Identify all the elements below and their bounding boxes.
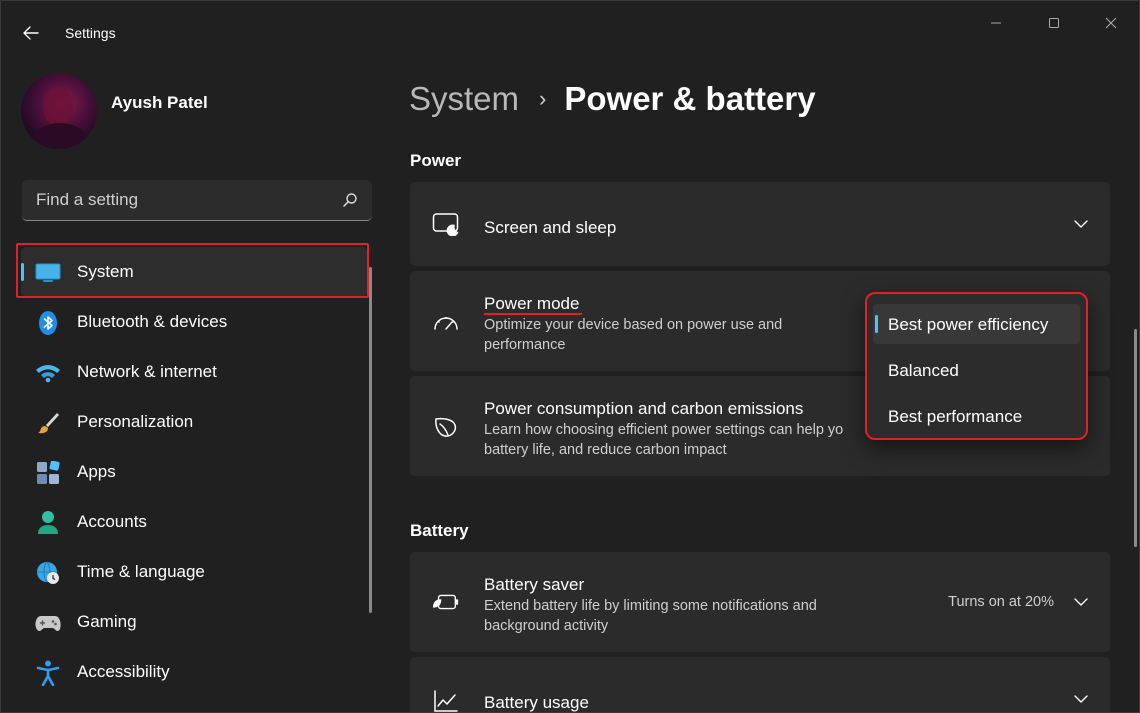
globe-clock-icon bbox=[35, 560, 61, 586]
maximize-button[interactable] bbox=[1031, 9, 1077, 37]
maximize-icon bbox=[1049, 18, 1059, 28]
search-icon[interactable] bbox=[342, 192, 358, 208]
sidebar-item-label: Accounts bbox=[77, 512, 147, 531]
minimize-button[interactable] bbox=[973, 9, 1019, 37]
screen-sleep-icon bbox=[432, 210, 460, 238]
sidebar-item-label: Bluetooth & devices bbox=[77, 312, 228, 331]
monitor-icon bbox=[35, 260, 61, 286]
brush-icon bbox=[35, 410, 61, 436]
screen-sleep-title: Screen and sleep bbox=[484, 218, 617, 237]
power-consumption-description-line1: Learn how choosing efficient power setti… bbox=[484, 422, 844, 438]
power-section-title: Power bbox=[410, 151, 462, 170]
sidebar-item-label: System bbox=[77, 262, 134, 281]
breadcrumb: System › Power & battery bbox=[409, 77, 816, 121]
sidebar-item-label: Time & language bbox=[77, 562, 205, 581]
sidebar-item-label: Network & internet bbox=[77, 362, 217, 381]
power-mode-description: Optimize your device based on power use … bbox=[484, 317, 783, 353]
power-mode-title: Power mode bbox=[484, 294, 580, 313]
battery-usage-title: Battery usage bbox=[484, 693, 589, 712]
leaf-icon bbox=[432, 414, 460, 442]
power-mode-dropdown[interactable]: Best power efficiency Balanced Best perf… bbox=[865, 292, 1088, 440]
battery-saver-status: Turns on at 20% bbox=[948, 594, 1054, 610]
settings-window: Settings Ayush Patel System bbox=[0, 0, 1140, 713]
page-title: Power & battery bbox=[564, 80, 816, 117]
battery-usage-card[interactable]: Battery usage bbox=[410, 657, 1110, 712]
sidebar-item-label: Gaming bbox=[77, 612, 137, 631]
search-input[interactable] bbox=[22, 180, 332, 220]
option-best-power-efficiency[interactable]: Best power efficiency bbox=[873, 304, 1080, 344]
wifi-icon bbox=[35, 360, 61, 386]
breadcrumb-parent[interactable]: System bbox=[409, 80, 519, 118]
speedometer-icon bbox=[432, 309, 460, 337]
bluetooth-icon bbox=[35, 310, 61, 336]
sidebar-item-accounts[interactable]: Accounts bbox=[21, 497, 367, 547]
power-mode-underline bbox=[484, 313, 582, 315]
chevron-down-icon[interactable] bbox=[1072, 215, 1090, 233]
apps-icon bbox=[35, 460, 61, 486]
sidebar-item-network[interactable]: Network & internet bbox=[21, 347, 367, 397]
chevron-down-icon[interactable] bbox=[1072, 593, 1090, 611]
main-scrollbar[interactable] bbox=[1134, 329, 1137, 547]
battery-section-title: Battery bbox=[410, 521, 469, 540]
close-button[interactable] bbox=[1088, 9, 1134, 37]
app-title: Settings bbox=[65, 25, 116, 41]
sidebar-item-label: Accessibility bbox=[77, 662, 170, 681]
option-best-performance[interactable]: Best performance bbox=[873, 396, 1080, 436]
avatar[interactable] bbox=[21, 73, 97, 149]
power-consumption-description-line2: battery life, and reduce carbon impact bbox=[484, 442, 727, 458]
chart-line-icon bbox=[432, 687, 460, 712]
accessibility-icon bbox=[35, 660, 61, 686]
power-consumption-title: Power consumption and carbon emissions bbox=[484, 399, 804, 418]
search-box[interactable] bbox=[22, 180, 372, 221]
sidebar-item-system[interactable]: System bbox=[21, 247, 367, 297]
arrow-left-icon bbox=[23, 26, 39, 40]
battery-saver-title: Battery saver bbox=[484, 575, 585, 594]
battery-leaf-icon bbox=[432, 588, 460, 616]
chevron-right-icon: › bbox=[539, 86, 547, 111]
gamepad-icon bbox=[35, 610, 61, 636]
sidebar-nav: System Bluetooth & devices Network & int… bbox=[21, 247, 367, 697]
person-icon bbox=[35, 510, 61, 536]
option-balanced[interactable]: Balanced bbox=[873, 350, 1080, 390]
profile-name: Ayush Patel bbox=[111, 93, 208, 112]
back-button[interactable] bbox=[13, 18, 49, 48]
sidebar-item-bluetooth[interactable]: Bluetooth & devices bbox=[21, 297, 367, 347]
sidebar-item-apps[interactable]: Apps bbox=[21, 447, 367, 497]
battery-saver-card[interactable]: Battery saver Extend battery life by lim… bbox=[410, 552, 1110, 652]
sidebar-item-personalization[interactable]: Personalization bbox=[21, 397, 367, 447]
sidebar-item-time-language[interactable]: Time & language bbox=[21, 547, 367, 597]
battery-saver-description: Extend battery life by limiting some not… bbox=[484, 598, 817, 634]
minimize-icon bbox=[991, 22, 1001, 24]
screen-sleep-card[interactable]: Screen and sleep bbox=[410, 182, 1110, 266]
title-bar: Settings bbox=[1, 1, 1139, 59]
sidebar-item-gaming[interactable]: Gaming bbox=[21, 597, 367, 647]
chevron-down-icon[interactable] bbox=[1072, 690, 1090, 708]
sidebar-item-label: Apps bbox=[77, 462, 116, 481]
sidebar-scrollbar[interactable] bbox=[369, 267, 372, 613]
sidebar-item-accessibility[interactable]: Accessibility bbox=[21, 647, 367, 697]
sidebar-item-label: Personalization bbox=[77, 412, 194, 431]
close-icon bbox=[1105, 17, 1117, 29]
